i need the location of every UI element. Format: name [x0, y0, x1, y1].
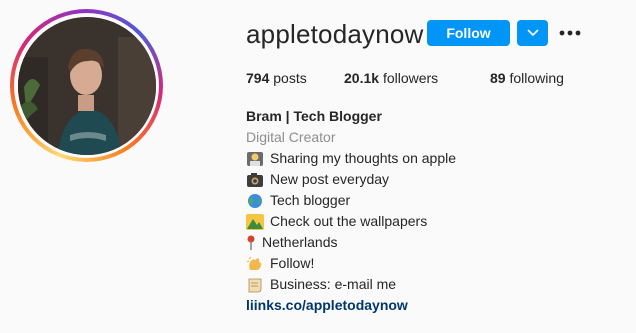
followers-count: 20.1k	[344, 70, 380, 86]
bio-line-text: Follow!	[270, 255, 315, 271]
stat-posts: 794 posts	[246, 70, 308, 86]
bio-line-text: Tech blogger	[270, 192, 351, 208]
category-label: Digital Creator	[246, 129, 336, 145]
follow-button[interactable]: Follow	[427, 20, 510, 46]
posts-label: posts	[273, 70, 307, 86]
bio-line-text: New post everyday	[270, 171, 390, 187]
bio-line-text: Business: e-mail me	[270, 276, 397, 292]
profile-bio: Bram | Tech Blogger Digital Creator Shar…	[246, 106, 456, 316]
stat-following[interactable]: 89 following	[490, 70, 564, 86]
followers-label: followers	[382, 70, 439, 86]
username: appletodaynow	[246, 19, 424, 49]
more-options-button[interactable]	[558, 22, 582, 44]
bio-link-line: liinks.co/appletodaynow	[246, 295, 456, 316]
clap-emoji-icon	[246, 256, 264, 272]
profile-avatar[interactable]	[10, 9, 163, 162]
following-label: following	[509, 70, 564, 86]
suggested-dropdown-button[interactable]	[517, 20, 548, 46]
chevron-down-icon	[526, 29, 539, 37]
profile-stats: 794 posts 20.1k followers 89 following	[246, 70, 600, 86]
posts-count: 794	[246, 70, 270, 86]
bio-line: Follow!	[246, 253, 456, 274]
stat-followers[interactable]: 20.1k followers	[344, 70, 454, 86]
bio-line: Check out the wallpapers	[246, 211, 456, 232]
avatar-photo	[17, 16, 156, 155]
full-name: Bram | Tech Blogger	[246, 108, 382, 124]
bio-line: New post everyday	[246, 169, 456, 190]
person-illustration	[17, 16, 156, 155]
bio-line: Business: e-mail me	[246, 274, 456, 295]
bio-line-text: Sharing my thoughts on apple	[270, 150, 457, 166]
profile-header: appletodaynow	[246, 18, 424, 50]
bio-line-text: Netherlands	[262, 234, 338, 250]
bio-line: Tech blogger	[246, 190, 456, 211]
following-count: 89	[490, 70, 506, 86]
camera-emoji-icon	[246, 172, 264, 188]
technologist-emoji-icon	[246, 151, 264, 167]
bio-line-text: Check out the wallpapers	[270, 213, 428, 229]
globe-emoji-icon	[246, 193, 264, 209]
profile-link[interactable]: liinks.co/appletodaynow	[246, 295, 408, 316]
scroll-emoji-icon	[246, 277, 264, 293]
bio-line: Netherlands	[246, 232, 456, 253]
more-dots-icon	[559, 30, 581, 36]
mountain-emoji-icon	[246, 213, 264, 230]
bio-line: Sharing my thoughts on apple	[246, 148, 456, 169]
pushpin-emoji-icon	[246, 235, 256, 251]
